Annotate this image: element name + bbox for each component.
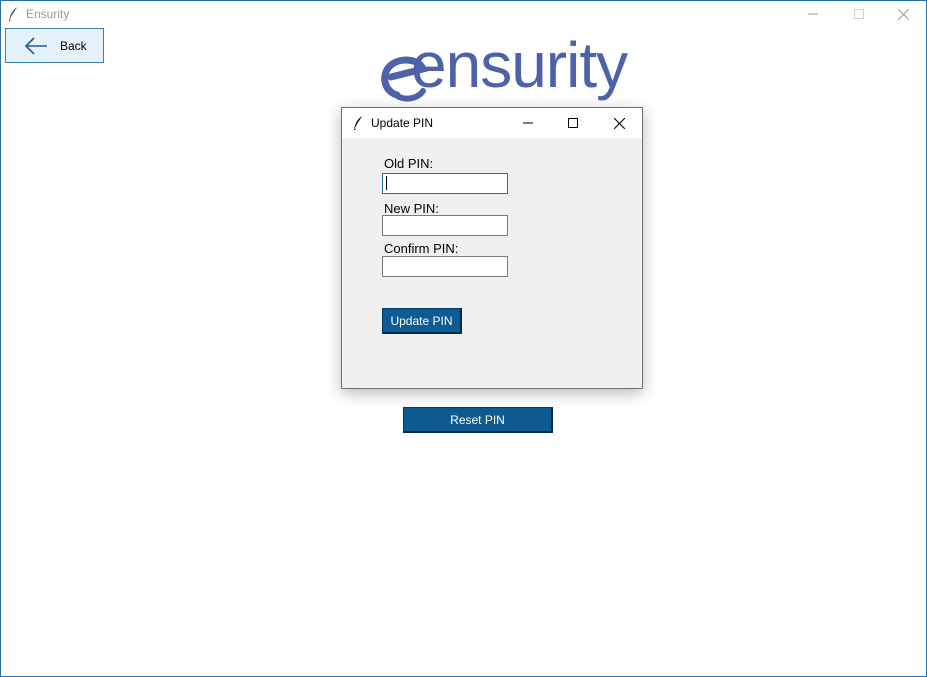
feather-icon: [9, 6, 19, 21]
confirm-pin-label: Confirm PIN:: [384, 241, 459, 256]
minimize-icon: [808, 13, 818, 15]
minimize-button[interactable]: [790, 1, 836, 27]
new-pin-input[interactable]: [382, 215, 508, 236]
arrow-left-icon: [24, 36, 47, 55]
ensurity-logo: ensurity: [379, 29, 628, 109]
back-label: Back: [60, 38, 87, 53]
dialog-minimize-button[interactable]: [505, 108, 551, 138]
main-titlebar[interactable]: Ensurity: [1, 1, 926, 27]
update-pin-dialog: Update PIN Old PIN: New PIN: Confirm PIN…: [341, 107, 643, 389]
old-pin-input[interactable]: [382, 173, 508, 194]
maximize-icon: [854, 9, 864, 19]
back-button[interactable]: Back: [5, 28, 104, 63]
dialog-maximize-button[interactable]: [550, 108, 596, 138]
confirm-pin-input[interactable]: [382, 256, 508, 277]
maximize-button[interactable]: [836, 1, 882, 27]
text-caret: [386, 176, 387, 190]
new-pin-label: New PIN:: [384, 201, 439, 216]
old-pin-label: Old PIN:: [384, 156, 434, 171]
maximize-icon: [568, 118, 578, 128]
reset-pin-button[interactable]: Reset PIN: [403, 407, 553, 433]
update-pin-button[interactable]: Update PIN: [382, 308, 462, 334]
dialog-titlebar[interactable]: Update PIN: [342, 108, 642, 138]
dialog-close-button[interactable]: [596, 108, 642, 138]
close-icon: [613, 117, 625, 129]
feather-icon: [354, 115, 364, 130]
close-icon: [897, 8, 909, 20]
window-title: Ensurity: [26, 7, 70, 21]
logo-text: ensurity: [411, 29, 628, 101]
close-button[interactable]: [880, 1, 926, 27]
dialog-title: Update PIN: [371, 116, 434, 130]
minimize-icon: [523, 122, 533, 124]
